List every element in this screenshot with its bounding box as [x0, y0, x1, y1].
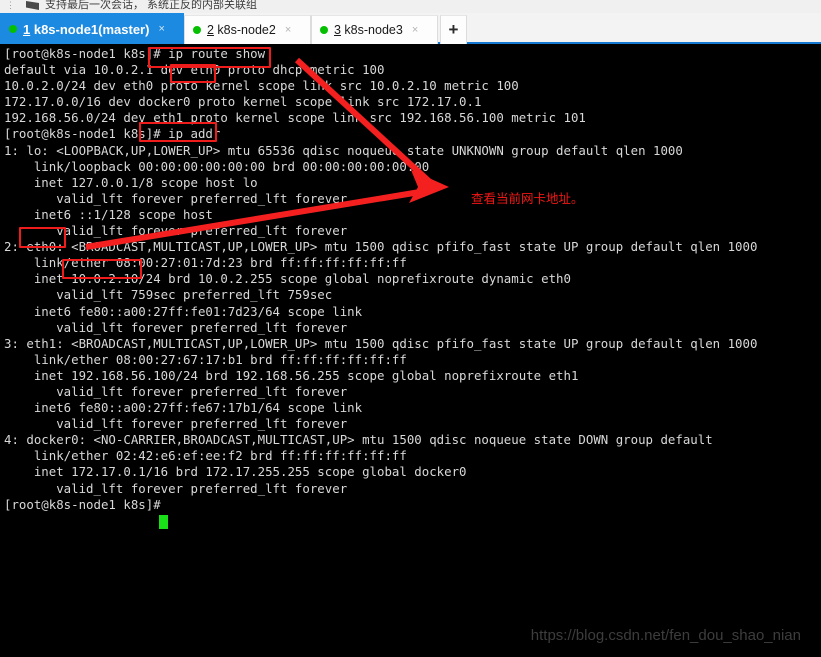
application-toolbar: ⋮ 支持最后一次会话， 系统正反的内部关联组 — [0, 0, 821, 14]
tab-index-2: 2 — [207, 23, 214, 37]
tab-k8s-node3[interactable]: 3 k8s-node3 × — [311, 15, 438, 44]
tab-label-2: 2 k8s-node2 — [207, 23, 276, 37]
tab-title-3: k8s-node3 — [340, 23, 403, 37]
tab-title-2: k8s-node2 — [213, 23, 276, 37]
new-tab-button[interactable]: + — [440, 15, 467, 44]
tab-title-1: k8s-node1(master) — [30, 21, 150, 37]
tab-k8s-node2[interactable]: 2 k8s-node2 × — [184, 15, 311, 44]
tab-status-dot-icon — [9, 25, 17, 33]
tab-close-icon-3[interactable]: × — [412, 24, 418, 36]
tab-close-icon-2[interactable]: × — [285, 24, 291, 36]
terminal-cursor — [159, 515, 168, 529]
terminal-pane[interactable]: [root@k8s-node1 k8s]# ip route show defa… — [0, 44, 821, 657]
tab-status-dot-icon — [193, 26, 201, 34]
terminal-output: [root@k8s-node1 k8s]# ip route show defa… — [4, 46, 758, 512]
tab-index-3: 3 — [334, 23, 341, 37]
watermark-url: https://blog.csdn.net/fen_dou_shao_nian — [530, 627, 801, 644]
drag-handle-icon[interactable]: ⋮ — [6, 1, 15, 10]
tab-status-dot-icon — [320, 26, 328, 34]
tab-k8s-node1-master[interactable]: 1 k8s-node1(master) × — [0, 13, 184, 44]
tab-label-1: 1 k8s-node1(master) — [23, 22, 149, 37]
flag-icon — [26, 1, 39, 10]
toolbar-hint-text: 支持最后一次会话， 系统正反的内部关联组 — [45, 0, 258, 11]
tab-label-3: 3 k8s-node3 — [334, 23, 403, 37]
tab-close-icon-1[interactable]: × — [158, 23, 164, 35]
tab-strip: 1 k8s-node1(master) × 2 k8s-node2 × 3 k8… — [0, 13, 821, 44]
